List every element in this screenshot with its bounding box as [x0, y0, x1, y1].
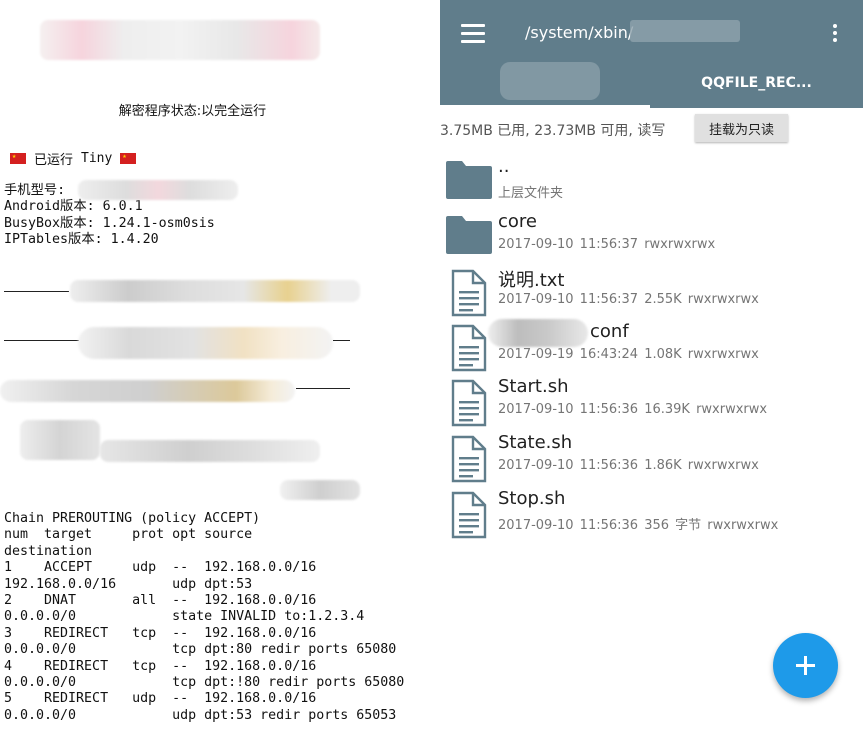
- info-line-busybox: BusyBox版本: 1.24.1-osm0sis: [4, 215, 215, 231]
- more-vert-icon[interactable]: [832, 24, 838, 44]
- file-list-item[interactable]: .. 上层文件夹: [440, 156, 863, 212]
- file-meta: 2017-09-10 11:56:36 16.39K rwxrwxrwx: [498, 402, 768, 417]
- file-name: conf: [590, 321, 629, 342]
- run-mode-label: Tiny: [81, 151, 113, 166]
- file-list-item[interactable]: core 2017-09-10 11:56:37 rwxrwxrwx: [440, 211, 863, 267]
- file-meta: 2017-09-10 11:56:36 1.86K rwxrwxrwx: [498, 458, 759, 473]
- file-name: Start.sh: [498, 376, 569, 397]
- current-path: /system/xbin/: [525, 23, 634, 42]
- add-icon[interactable]: [773, 633, 838, 698]
- folder-icon: [445, 214, 493, 254]
- tab-current-folder[interactable]: [440, 60, 650, 108]
- info-line-iptables: IPTables版本: 1.4.20: [4, 232, 159, 248]
- file-list-item[interactable]: Stop.sh 2017-09-10 11:56:36 356 字节 rwxrwx…: [440, 488, 863, 544]
- hamburger-menu-icon[interactable]: [461, 24, 485, 43]
- file-list-item[interactable]: 说明.txt 2017-09-10 11:56:37 2.55K rwxrwxrw…: [440, 266, 863, 322]
- tab-qqfile-rec[interactable]: QQFILE_REC...: [650, 60, 863, 108]
- divider-line: [333, 340, 350, 341]
- file-meta: 2017-09-19 16:43:24 1.08K rwxrwxrwx: [498, 347, 759, 362]
- file-list-item[interactable]: conf 2017-09-19 16:43:24 1.08K rwxrwxrwx: [440, 319, 863, 377]
- info-line-model: 手机型号:: [4, 183, 66, 198]
- file-name: ..: [498, 156, 510, 177]
- file-manager-pane: /system/xbin/ QQFILE_REC... 3.75MB 已用, 2…: [440, 0, 863, 740]
- redacted-block: [20, 420, 100, 460]
- file-meta: 2017-09-10 11:56:36 356 字节 rwxrwxrwx: [498, 518, 779, 533]
- divider-line: [4, 291, 69, 292]
- document-icon: [445, 269, 493, 317]
- redacted-block: [280, 480, 360, 500]
- redacted-path: [630, 20, 740, 42]
- flag-icon: [120, 153, 137, 164]
- redacted-block: [100, 440, 320, 462]
- app-bar: /system/xbin/ QQFILE_REC...: [440, 0, 863, 108]
- redacted-title: [40, 20, 320, 60]
- redacted-block: [78, 327, 333, 359]
- document-icon: [445, 324, 493, 372]
- folder-icon: [445, 159, 493, 199]
- iptables-output: Chain PREROUTING (policy ACCEPT) num tar…: [4, 511, 405, 723]
- file-name: Stop.sh: [498, 488, 566, 509]
- info-line-android: Android版本: 6.0.1: [4, 199, 143, 215]
- file-name: core: [498, 211, 537, 232]
- log-pane: 解密程序状态:以完全运行 已运行 Tiny 手机型号: Android版本: 6…: [0, 0, 440, 740]
- tab-indicator: [440, 105, 650, 108]
- divider-line: [4, 340, 79, 341]
- file-meta: 上层文件夹: [498, 186, 564, 201]
- redacted-block: [0, 380, 295, 402]
- file-name: State.sh: [498, 432, 573, 453]
- file-name: 说明.txt: [498, 270, 565, 291]
- document-icon: [445, 435, 493, 483]
- file-list-item[interactable]: Start.sh 2017-09-10 11:56:36 16.39K rwxrw…: [440, 376, 863, 432]
- run-status-line: 已运行 Tiny: [10, 149, 137, 168]
- redacted-filename: [488, 319, 588, 347]
- flag-icon: [10, 153, 26, 164]
- decrypt-status-text: 解密程序状态:以完全运行: [118, 104, 267, 119]
- document-icon: [445, 491, 493, 539]
- redacted-model: [78, 180, 238, 200]
- run-status-label: 已运行: [34, 153, 74, 168]
- storage-bar: 3.75MB 已用, 23.73MB 可用, 读写 挂载为只读: [440, 114, 863, 144]
- mount-readonly-button[interactable]: 挂载为只读: [695, 114, 788, 142]
- storage-info: 3.75MB 已用, 23.73MB 可用, 读写: [440, 123, 666, 139]
- file-list-item[interactable]: State.sh 2017-09-10 11:56:36 1.86K rwxrwx…: [440, 432, 863, 488]
- redacted-tab-label: [500, 62, 600, 100]
- document-icon: [445, 379, 493, 427]
- divider-line: [296, 388, 350, 389]
- file-meta: 2017-09-10 11:56:37 2.55K rwxrwxrwx: [498, 292, 759, 307]
- redacted-block: [70, 280, 360, 302]
- file-meta: 2017-09-10 11:56:37 rwxrwxrwx: [498, 237, 716, 252]
